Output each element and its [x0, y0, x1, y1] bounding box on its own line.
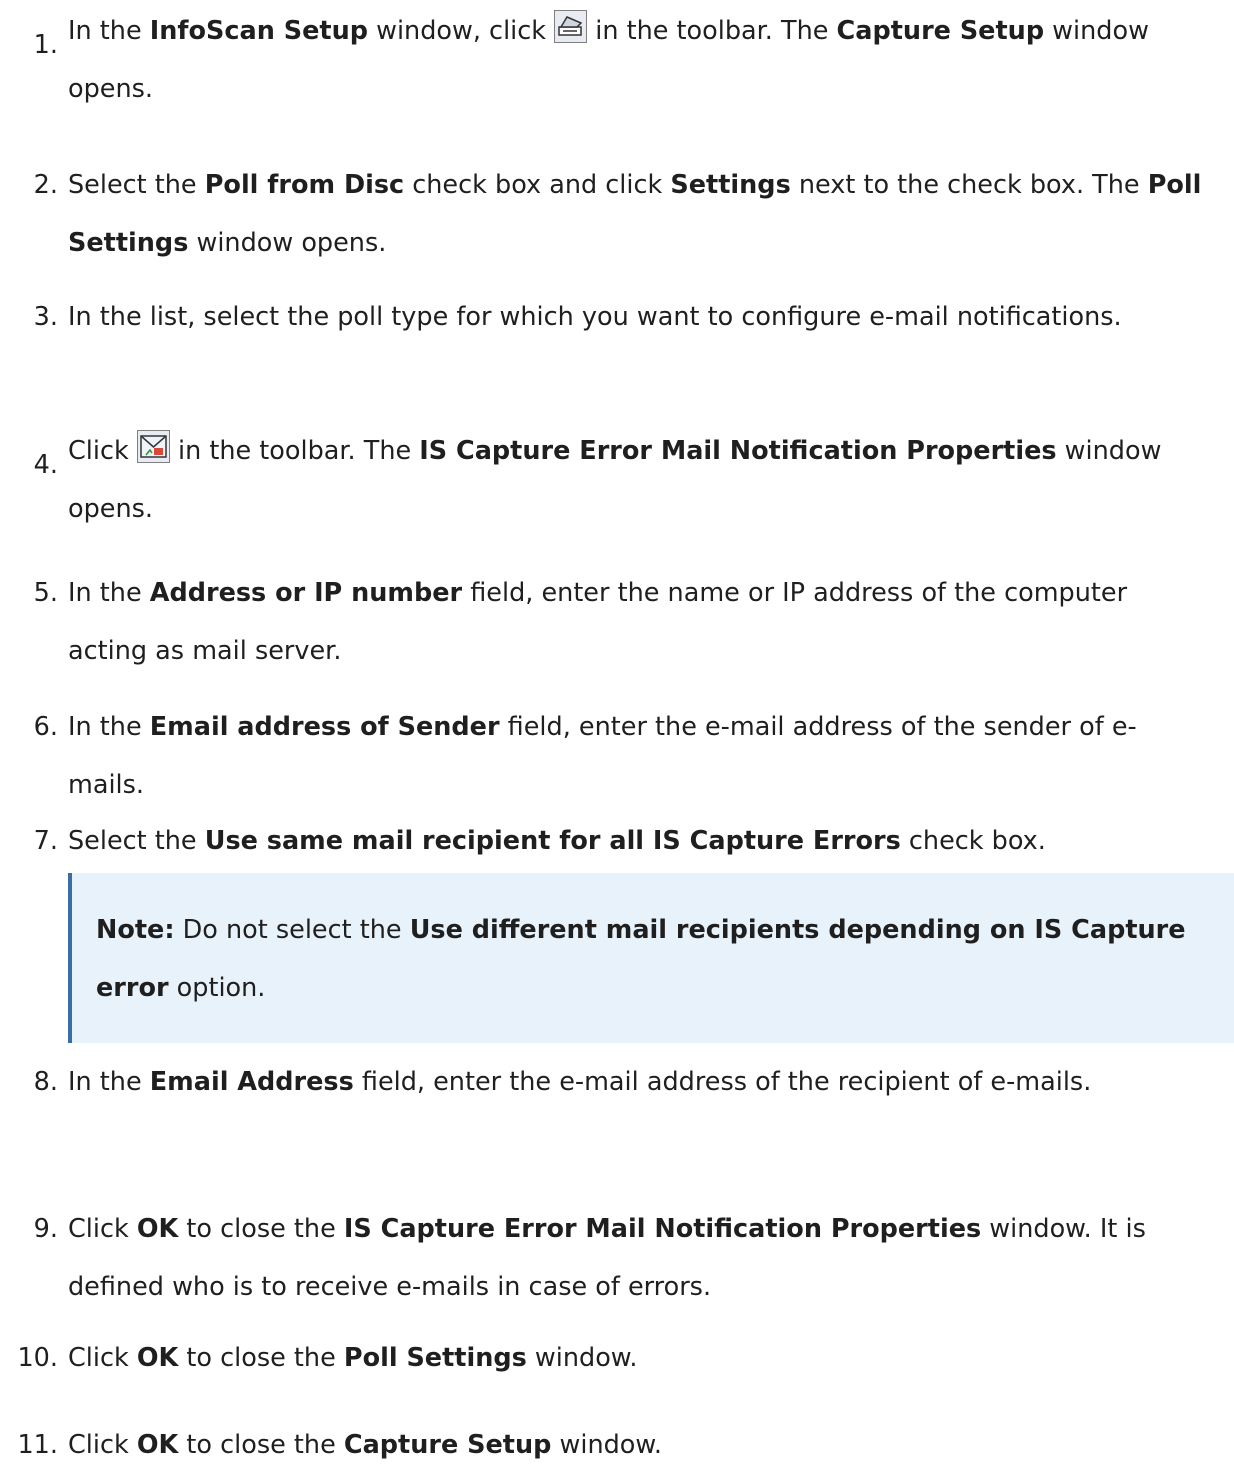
- step-text: Click OK to close the IS Capture Error M…: [68, 1214, 1146, 1302]
- step-text: Select the Poll from Disc check box and …: [68, 170, 1202, 258]
- step-text: In the Email address of Sender field, en…: [68, 712, 1137, 800]
- ui-term: Email address of Sender: [149, 712, 500, 742]
- step-text: Click in the toolbar. The IS Capture Err…: [68, 422, 1204, 538]
- step-number: 9.: [33, 1214, 58, 1244]
- note-box: Note: Do not select the Use different ma…: [68, 873, 1234, 1043]
- ui-term: InfoScan Setup: [149, 16, 368, 46]
- step-text: Click OK to close the Poll Settings wind…: [68, 1343, 638, 1373]
- step-number: 8.: [33, 1067, 58, 1097]
- step-number: 7.: [33, 826, 58, 856]
- step-number: 1.: [33, 30, 58, 60]
- ui-term: OK: [136, 1430, 179, 1460]
- ui-term: IS Capture Error Mail Notification Prope…: [343, 1214, 982, 1244]
- step-text: In the InfoScan Setup window, click in t…: [68, 2, 1204, 118]
- step-number: 5.: [33, 578, 58, 608]
- ui-term: Settings: [670, 170, 791, 200]
- step-text: In the Email Address field, enter the e-…: [68, 1067, 1092, 1097]
- mail-notification-toolbar-icon: [136, 430, 170, 463]
- step-number: 3.: [33, 302, 58, 332]
- step-text: Select the Use same mail recipient for a…: [68, 826, 1046, 856]
- step-text: In the Address or IP number field, enter…: [68, 578, 1128, 666]
- step-text: In the list, select the poll type for wh…: [68, 302, 1122, 332]
- note-text: Note: Do not select the Use different ma…: [96, 915, 1186, 1003]
- step-number: 4.: [33, 450, 58, 480]
- ui-term: Email Address: [149, 1067, 354, 1097]
- ui-term: Poll from Disc: [204, 170, 405, 200]
- step-text: Click OK to close the Capture Setup wind…: [68, 1430, 663, 1460]
- ui-term: OK: [136, 1343, 179, 1373]
- step-number: 6.: [33, 712, 58, 742]
- step-number: 2.: [33, 170, 58, 200]
- ui-term: Address or IP number: [149, 578, 463, 608]
- ui-term: Poll Settings: [343, 1343, 527, 1373]
- ui-term: Capture Setup: [836, 16, 1045, 46]
- ui-term: Capture Setup: [343, 1430, 552, 1460]
- note-label: Note:: [96, 915, 175, 945]
- ui-term: OK: [136, 1214, 179, 1244]
- step-number: 10.: [17, 1343, 58, 1373]
- step-number: 11.: [17, 1430, 58, 1460]
- ui-term: Use same mail recipient for all IS Captu…: [204, 826, 901, 856]
- ui-term: IS Capture Error Mail Notification Prope…: [419, 436, 1057, 466]
- capture-setup-toolbar-icon: [554, 10, 588, 43]
